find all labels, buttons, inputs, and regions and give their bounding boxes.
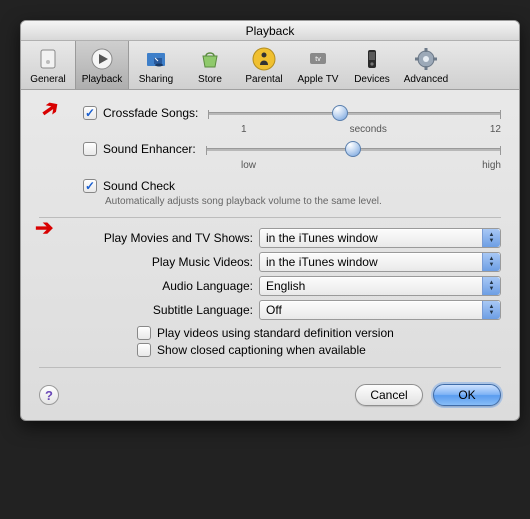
crossfade-unit: seconds — [350, 124, 387, 135]
cc-label: Show closed captioning when available — [157, 343, 366, 357]
enhancer-low: low — [241, 160, 256, 171]
enhancer-checkbox[interactable] — [83, 142, 97, 156]
crossfade-min: 1 — [241, 124, 247, 135]
sharing-icon — [142, 45, 170, 73]
audio-lang-label: Audio Language: — [39, 279, 259, 293]
content-pane: ➔ ➔ Crossfade Songs: 1 seconds 12 Sound … — [21, 90, 519, 420]
music-combobox[interactable]: in the iTunes window ▲▼ — [259, 252, 501, 272]
tab-advanced[interactable]: Advanced — [399, 41, 453, 89]
appletv-icon: tv — [304, 45, 332, 73]
svg-text:tv: tv — [315, 56, 321, 63]
separator — [39, 217, 501, 218]
enhancer-label: Sound Enhancer: — [103, 142, 196, 156]
movies-label: Play Movies and TV Shows: — [39, 231, 259, 245]
annotation-arrow-icon: ➔ — [35, 93, 65, 125]
chevron-updown-icon: ▲▼ — [482, 301, 500, 319]
enhancer-high: high — [482, 160, 501, 171]
crossfade-label: Crossfade Songs: — [103, 106, 198, 120]
soundcheck-description: Automatically adjusts song playback volu… — [105, 196, 501, 207]
music-label: Play Music Videos: — [39, 255, 259, 269]
sd-checkbox[interactable] — [137, 326, 151, 340]
soundcheck-checkbox[interactable] — [83, 179, 97, 193]
enhancer-slider[interactable] — [206, 139, 501, 159]
parental-icon — [250, 45, 278, 73]
cc-checkbox[interactable] — [137, 343, 151, 357]
tab-general[interactable]: General — [21, 41, 75, 89]
chevron-updown-icon: ▲▼ — [482, 253, 500, 271]
preferences-window: Playback General Playback Sharing Store … — [20, 20, 520, 421]
crossfade-checkbox[interactable] — [83, 106, 97, 120]
movies-combobox[interactable]: in the iTunes window ▲▼ — [259, 228, 501, 248]
subtitle-lang-label: Subtitle Language: — [39, 303, 259, 317]
window-title: Playback — [21, 21, 519, 41]
help-button[interactable]: ? — [39, 385, 59, 405]
devices-icon — [358, 45, 386, 73]
tab-playback[interactable]: Playback — [75, 41, 129, 89]
tab-sharing[interactable]: Sharing — [129, 41, 183, 89]
play-icon — [88, 45, 116, 73]
sd-label: Play videos using standard definition ve… — [157, 326, 394, 340]
tab-parental[interactable]: Parental — [237, 41, 291, 89]
audio-lang-combobox[interactable]: English ▲▼ — [259, 276, 501, 296]
toolbar: General Playback Sharing Store Parental … — [21, 41, 519, 90]
gear-icon — [412, 45, 440, 73]
tab-apple-tv[interactable]: tv Apple TV — [291, 41, 345, 89]
chevron-updown-icon: ▲▼ — [482, 229, 500, 247]
subtitle-lang-combobox[interactable]: Off ▲▼ — [259, 300, 501, 320]
general-icon — [34, 45, 62, 73]
separator — [39, 367, 501, 368]
crossfade-max: 12 — [490, 124, 501, 135]
tab-store[interactable]: Store — [183, 41, 237, 89]
tab-devices[interactable]: Devices — [345, 41, 399, 89]
crossfade-slider[interactable] — [208, 103, 501, 123]
cancel-button[interactable]: Cancel — [355, 384, 423, 406]
store-icon — [196, 45, 224, 73]
soundcheck-label: Sound Check — [103, 179, 175, 193]
ok-button[interactable]: OK — [433, 384, 501, 406]
chevron-updown-icon: ▲▼ — [482, 277, 500, 295]
